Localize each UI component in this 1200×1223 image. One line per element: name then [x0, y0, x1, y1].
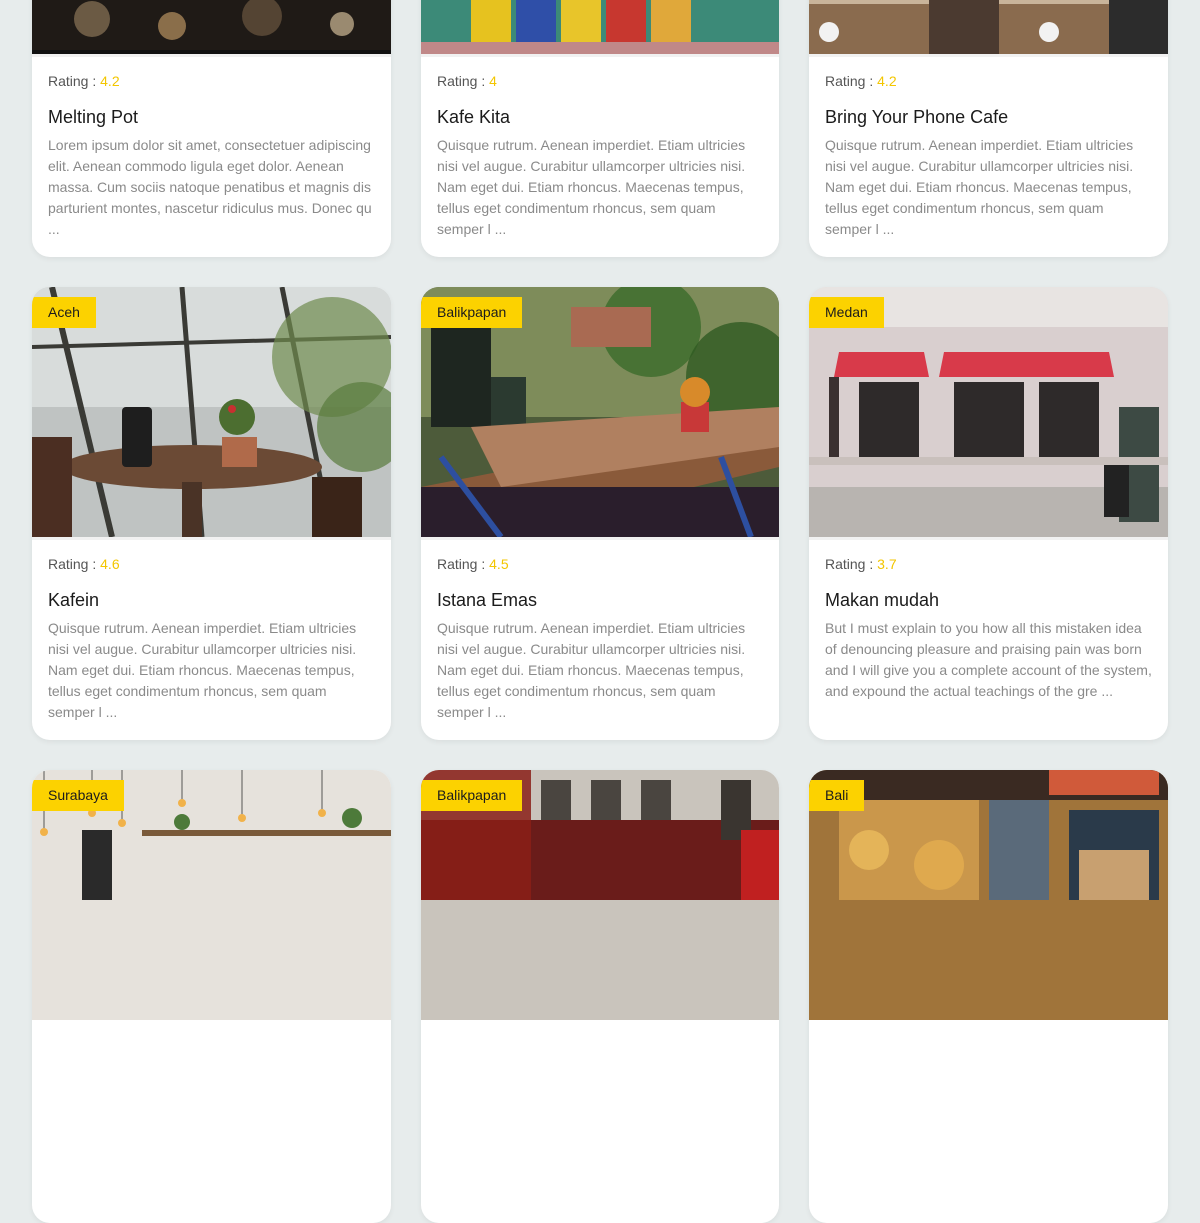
restaurant-card[interactable]: Bali	[809, 770, 1168, 1223]
restaurant-description: Quisque rutrum. Aenean imperdiet. Etiam …	[437, 620, 746, 720]
rating: Rating : 4.6	[48, 554, 375, 574]
rating-value: 4.2	[877, 73, 897, 89]
restaurant-photo: Balikpapan	[421, 770, 779, 1020]
restaurant-card[interactable]: Rating : 4.2 Bring Your Phone Cafe Quisq…	[809, 0, 1168, 257]
restaurant-name[interactable]: Melting Pot	[48, 105, 375, 129]
restaurant-photo: Bali	[809, 770, 1168, 1020]
rating-label: Rating :	[437, 556, 490, 572]
rating-value: 4.2	[100, 73, 120, 89]
restaurant-photo: Balikpapan	[421, 287, 779, 537]
rating-label: Rating :	[825, 73, 878, 89]
restaurant-photo	[32, 0, 391, 54]
restaurant-photo: Surabaya	[32, 770, 391, 1020]
restaurant-name[interactable]: Kafe Kita	[437, 105, 763, 129]
city-badge: Aceh	[32, 297, 96, 328]
restaurant-description: Lorem ipsum dolor sit amet, consectetuer…	[48, 137, 372, 237]
restaurant-name[interactable]: Kafein	[48, 588, 375, 612]
rating: Rating : 3.7	[825, 554, 1152, 574]
rating-label: Rating :	[825, 556, 878, 572]
rating-label: Rating :	[48, 73, 101, 89]
restaurant-description: Quisque rutrum. Aenean imperdiet. Etiam …	[437, 137, 746, 237]
restaurant-card[interactable]: Medan Rating : 3.7 Makan mudah But I mus…	[809, 287, 1168, 740]
city-badge: Surabaya	[32, 780, 124, 811]
restaurant-card[interactable]: Aceh Rating : 4.6 Kafein Quisque rutrum.…	[32, 287, 391, 740]
restaurant-description: Quisque rutrum. Aenean imperdiet. Etiam …	[825, 137, 1134, 237]
restaurant-name[interactable]: Istana Emas	[437, 588, 763, 612]
restaurant-grid: Rating : 4.2 Melting Pot Lorem ipsum dol…	[32, 0, 1168, 1223]
restaurant-photo: Aceh	[32, 287, 391, 537]
restaurant-photo	[421, 0, 779, 54]
city-badge: Balikpapan	[421, 297, 523, 328]
restaurant-name[interactable]: Makan mudah	[825, 588, 1152, 612]
rating: Rating : 4.2	[825, 71, 1152, 91]
restaurant-name[interactable]: Bring Your Phone Cafe	[825, 105, 1152, 129]
rating-value: 4.6	[100, 556, 120, 572]
rating: Rating : 4.5	[437, 554, 763, 574]
rating: Rating : 4	[437, 71, 763, 91]
restaurant-card[interactable]: Balikpapan Rating : 4.5 Istana Emas Quis…	[421, 287, 779, 740]
restaurant-description: Quisque rutrum. Aenean imperdiet. Etiam …	[48, 620, 357, 720]
restaurant-card[interactable]: Rating : 4.2 Melting Pot Lorem ipsum dol…	[32, 0, 391, 257]
restaurant-card[interactable]: Rating : 4 Kafe Kita Quisque rutrum. Aen…	[421, 0, 779, 257]
rating-label: Rating :	[437, 73, 490, 89]
rating-value: 3.7	[877, 556, 897, 572]
city-badge: Bali	[809, 780, 865, 811]
rating-value: 4	[489, 73, 497, 89]
restaurant-photo	[809, 0, 1168, 54]
restaurant-card[interactable]: Balikpapan	[421, 770, 779, 1223]
restaurant-card[interactable]: Surabaya	[32, 770, 391, 1223]
city-badge: Balikpapan	[421, 780, 523, 811]
restaurant-photo: Medan	[809, 287, 1168, 537]
restaurant-description: But I must explain to you how all this m…	[825, 620, 1152, 699]
rating-label: Rating :	[48, 556, 101, 572]
rating: Rating : 4.2	[48, 71, 375, 91]
rating-value: 4.5	[489, 556, 509, 572]
city-badge: Medan	[809, 297, 884, 328]
